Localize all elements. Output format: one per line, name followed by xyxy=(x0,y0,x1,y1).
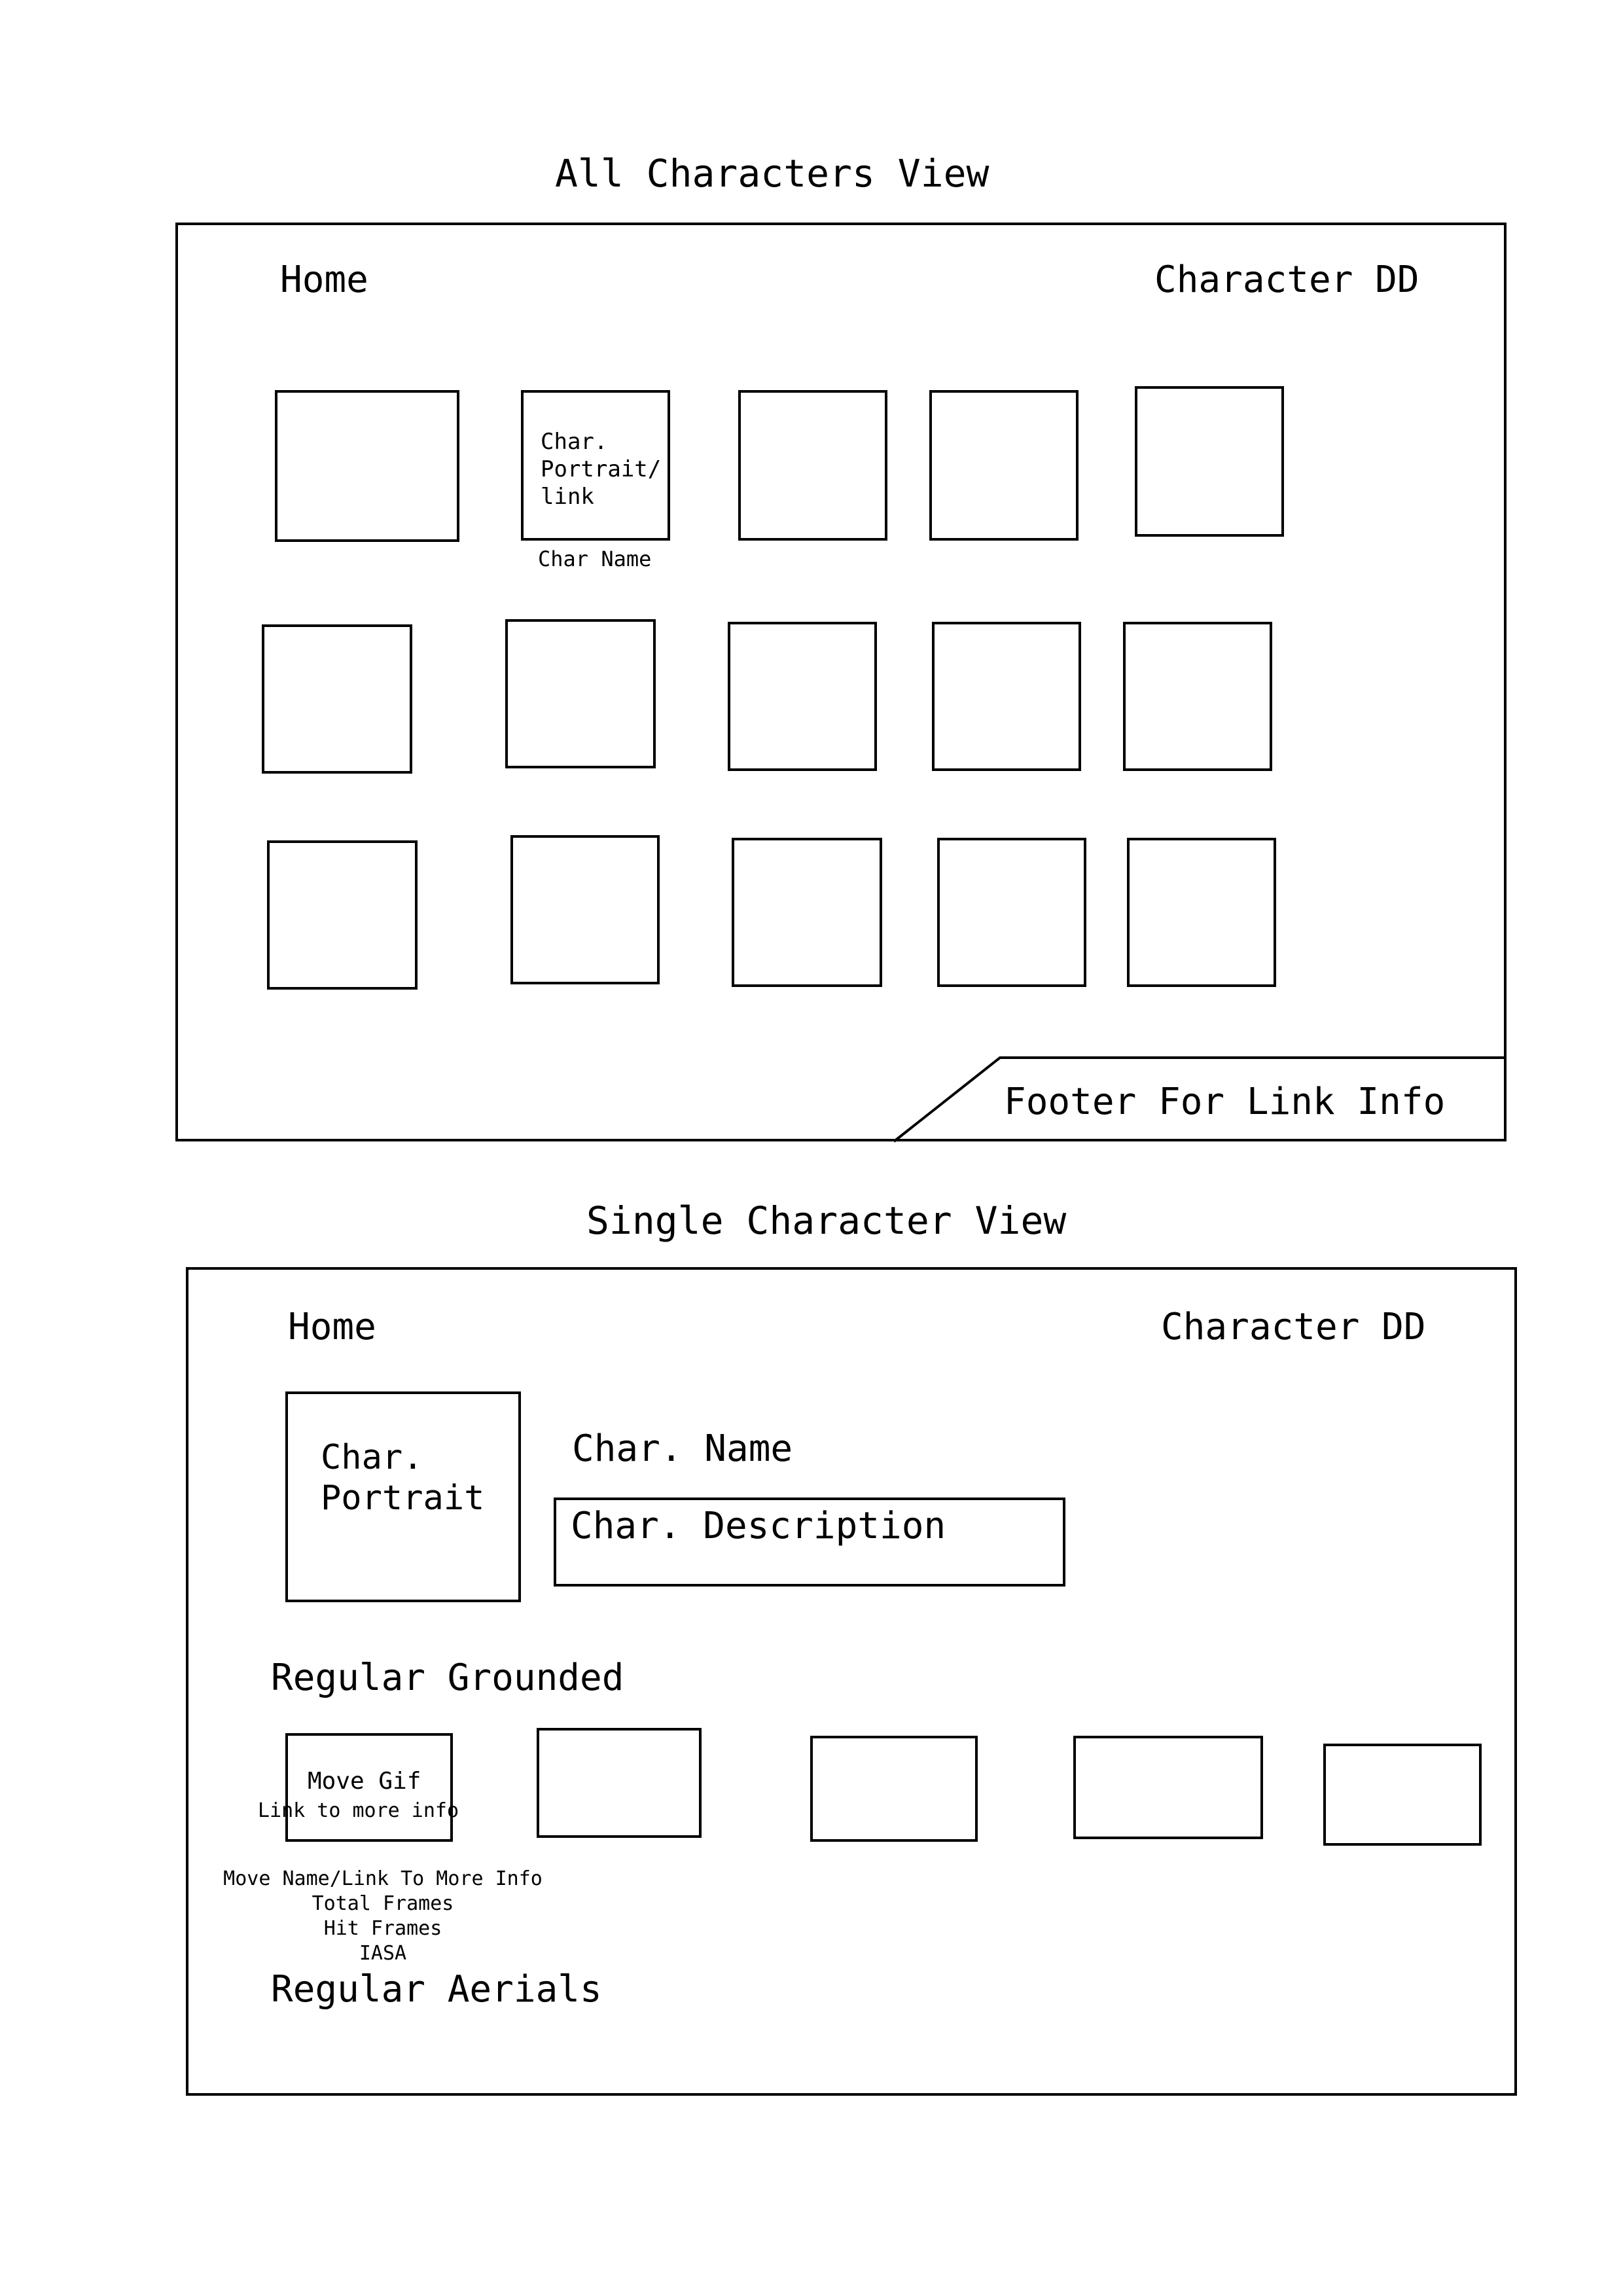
move-more-info-link[interactable]: Link to more info xyxy=(258,1801,459,1821)
character-portrait-link[interactable] xyxy=(510,835,660,984)
regular-aerials-heading: Regular Aerials xyxy=(271,1968,602,2011)
character-portrait-link[interactable] xyxy=(1135,386,1284,537)
move-name-link[interactable]: Move Name/Link To More Info xyxy=(196,1867,569,1892)
character-description: Char. Description xyxy=(554,1498,1065,1587)
character-portrait-link[interactable] xyxy=(505,619,656,768)
move-gif-card[interactable] xyxy=(537,1728,702,1838)
portrait-label: Char. Portrait xyxy=(321,1438,485,1518)
description-label: Char. Description xyxy=(571,1505,946,1547)
move-info: Move Name/Link To More Info Total Frames… xyxy=(196,1867,569,1966)
character-name: Char Name xyxy=(538,547,652,571)
character-name: Char. Name xyxy=(572,1427,793,1470)
regular-grounded-heading: Regular Grounded xyxy=(271,1657,624,1699)
character-portrait-link[interactable] xyxy=(275,390,459,542)
home-link[interactable]: Home xyxy=(288,1309,376,1346)
total-frames: Total Frames xyxy=(312,1892,454,1915)
character-portrait-link[interactable] xyxy=(1127,838,1276,987)
move-gif-card[interactable] xyxy=(1323,1744,1482,1846)
footer-link-info[interactable]: Footer For Link Info xyxy=(1004,1084,1445,1121)
all-view-title: All Characters View xyxy=(555,151,990,196)
character-portrait-link[interactable] xyxy=(1123,622,1272,771)
character-portrait-link[interactable] xyxy=(732,838,882,987)
move-gif-label: Move Gif xyxy=(308,1768,421,1795)
iasa: IASA xyxy=(359,1942,407,1965)
character-portrait-link[interactable] xyxy=(267,840,418,990)
character-portrait-link[interactable] xyxy=(262,624,412,774)
character-portrait-link[interactable] xyxy=(937,838,1086,987)
move-gif-card[interactable] xyxy=(810,1736,978,1842)
character-portrait-link[interactable] xyxy=(728,622,877,771)
character-portrait-link[interactable] xyxy=(738,390,887,541)
character-dropdown[interactable]: Character DD xyxy=(1161,1309,1426,1346)
hit-frames: Hit Frames xyxy=(323,1917,442,1940)
character-portrait-link[interactable]: Char. Portrait/ link xyxy=(521,390,670,541)
home-link[interactable]: Home xyxy=(280,262,368,298)
character-portrait-link[interactable] xyxy=(932,622,1081,771)
move-gif-card[interactable]: Move Gif xyxy=(285,1733,453,1842)
character-portrait: Char. Portrait xyxy=(285,1391,521,1602)
character-portrait-link[interactable] xyxy=(929,390,1079,541)
single-view-title: Single Character View xyxy=(586,1198,1067,1243)
portrait-link-label: Char. Portrait/ link xyxy=(541,429,662,510)
character-dropdown[interactable]: Character DD xyxy=(1154,262,1419,298)
move-gif-card[interactable] xyxy=(1073,1736,1263,1839)
